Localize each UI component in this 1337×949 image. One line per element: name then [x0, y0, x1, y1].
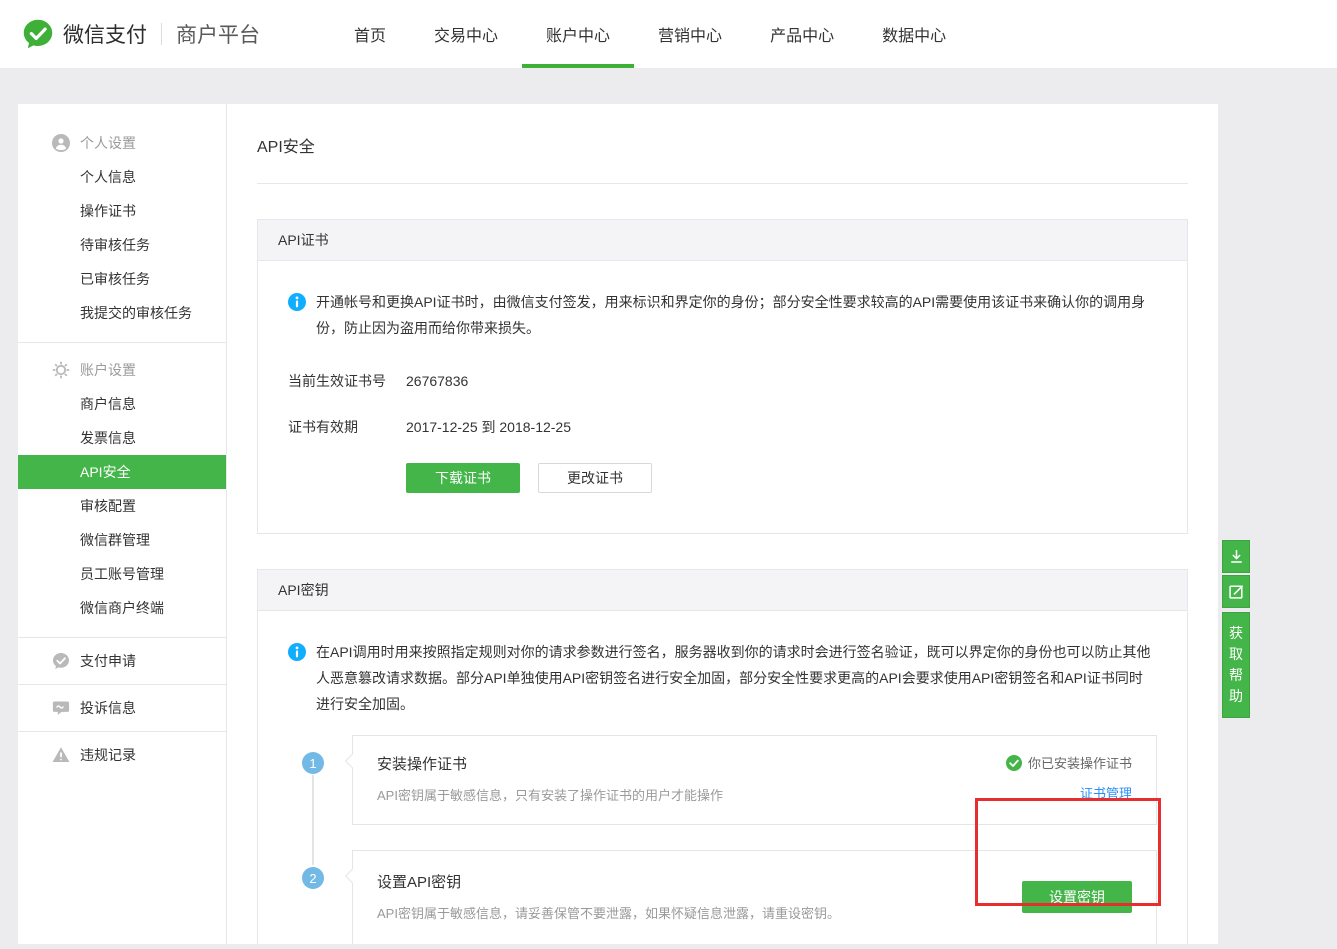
nav-item-product-center[interactable]: 产品中心 — [746, 0, 858, 68]
api-key-card-title: API密钥 — [258, 570, 1187, 611]
cert-installed-status: 你已安装操作证书 — [1006, 753, 1132, 772]
sidebar-item-violation-records[interactable]: 违规记录 — [18, 731, 226, 778]
nav-item-data-center[interactable]: 数据中心 — [858, 0, 970, 68]
sidebar-item-reviewed-tasks[interactable]: 已审核任务 — [18, 262, 226, 296]
step-2-title: 设置API密钥 — [377, 871, 840, 892]
nav-item-account-center[interactable]: 账户中心 — [522, 0, 634, 68]
sidebar-section-title: 个人设置 — [80, 133, 136, 153]
step-2-box: 设置API密钥 API密钥属于敏感信息，请妥善保管不要泄露，如果怀疑信息泄露，请… — [352, 850, 1157, 944]
step-1-box: 安装操作证书 API密钥属于敏感信息，只有安装了操作证书的用户才能操作 — [352, 735, 1157, 825]
step-connector-line — [312, 775, 314, 865]
nav-item-transaction-center[interactable]: 交易中心 — [410, 0, 522, 68]
sidebar-item-staff-account-mgmt[interactable]: 员工账号管理 — [18, 557, 226, 591]
api-key-info-text: 在API调用时用来按照指定规则对你的请求参数进行签名，服务器收到你的请求时会进行… — [316, 639, 1157, 717]
sidebar-item-operation-cert[interactable]: 操作证书 — [18, 194, 226, 228]
download-float-button[interactable] — [1222, 540, 1250, 573]
cert-number-label: 当前生效证书号 — [288, 371, 406, 391]
api-key-steps: 1 安装操作证书 API密钥属于敏感信息，只有安装了操作证书的用户才能操作 — [288, 735, 1157, 944]
sidebar-item-complaint-info[interactable]: 投诉信息 — [18, 684, 226, 731]
cert-validity-label: 证书有效期 — [288, 417, 406, 437]
content-panel: 个人设置 个人信息 操作证书 待审核任务 已审核任务 我提交的审核任务 账户设置… — [18, 104, 1218, 944]
download-icon — [1228, 548, 1245, 565]
sidebar-link-label: 支付申请 — [80, 651, 136, 671]
step-2-number-badge: 2 — [302, 867, 324, 889]
step-1-desc: API密钥属于敏感信息，只有安装了操作证书的用户才能操作 — [377, 785, 723, 804]
main-content: API安全 API证书 开通帐号和更换API证书时，由微信支付签发，用来标识和界… — [227, 104, 1218, 944]
step-1-row: 1 安装操作证书 API密钥属于敏感信息，只有安装了操作证书的用户才能操作 — [288, 735, 1157, 825]
step-2-marker: 2 — [288, 850, 352, 944]
user-icon — [52, 134, 70, 152]
sidebar-section-personal-header: 个人设置 — [18, 126, 226, 160]
step-1-status-area: 你已安装操作证书 证书管理 — [1006, 753, 1132, 804]
sidebar-section-account-header: 账户设置 — [18, 353, 226, 387]
step-1-title: 安装操作证书 — [377, 753, 723, 774]
step-2-desc: API密钥属于敏感信息，请妥善保管不要泄露，如果怀疑信息泄露，请重设密钥。 — [377, 903, 840, 922]
cert-number-value: 26767836 — [406, 373, 468, 389]
step-1-content: 安装操作证书 API密钥属于敏感信息，只有安装了操作证书的用户才能操作 — [377, 753, 723, 804]
cert-number-row: 当前生效证书号 26767836 — [288, 371, 1157, 391]
get-help-button[interactable]: 获取帮助 — [1222, 612, 1250, 718]
step-2-content: 设置API密钥 API密钥属于敏感信息，请妥善保管不要泄露，如果怀疑信息泄露，请… — [377, 871, 840, 922]
sidebar-item-wechat-merchant-terminal[interactable]: 微信商户终端 — [18, 591, 226, 625]
sidebar-item-invoice-info[interactable]: 发票信息 — [18, 421, 226, 455]
sidebar-section-personal: 个人设置 个人信息 操作证书 待审核任务 已审核任务 我提交的审核任务 — [18, 126, 226, 342]
step-2-row: 2 设置API密钥 API密钥属于敏感信息，请妥善保管不要泄露，如果怀疑信息泄露… — [288, 850, 1157, 944]
api-cert-card: API证书 开通帐号和更换API证书时，由微信支付签发，用来标识和界定你的身份；… — [257, 219, 1188, 534]
sidebar-item-wechat-group-mgmt[interactable]: 微信群管理 — [18, 523, 226, 557]
brand-portal-name: 商户平台 — [176, 19, 260, 49]
step-1-marker: 1 — [288, 735, 352, 825]
warning-icon — [52, 746, 70, 764]
cert-actions: 下载证书 更改证书 — [406, 463, 1157, 493]
api-key-info: 在API调用时用来按照指定规则对你的请求参数进行签名，服务器收到你的请求时会进行… — [288, 639, 1157, 717]
download-cert-button[interactable]: 下载证书 — [406, 463, 520, 493]
cert-installed-status-text: 你已安装操作证书 — [1028, 753, 1132, 772]
sidebar-item-payment-apply[interactable]: 支付申请 — [18, 637, 226, 684]
nav-item-marketing-center[interactable]: 营销中心 — [634, 0, 746, 68]
info-icon — [288, 293, 306, 311]
step-1-number-badge: 1 — [302, 752, 324, 774]
gear-icon — [52, 361, 70, 379]
sidebar-item-api-security[interactable]: API安全 — [18, 455, 226, 489]
check-circle-icon — [1006, 755, 1022, 771]
api-cert-card-title: API证书 — [258, 220, 1187, 261]
api-cert-info: 开通帐号和更换API证书时，由微信支付签发，用来标识和界定你的身份；部分安全性要… — [288, 289, 1157, 341]
api-cert-info-text: 开通帐号和更换API证书时，由微信支付签发，用来标识和界定你的身份；部分安全性要… — [316, 289, 1157, 341]
logo-separator — [161, 23, 162, 45]
sidebar-item-merchant-info[interactable]: 商户信息 — [18, 387, 226, 421]
cert-validity-row: 证书有效期 2017-12-25 到 2018-12-25 — [288, 417, 1157, 437]
api-key-card-body: 在API调用时用来按照指定规则对你的请求参数进行签名，服务器收到你的请求时会进行… — [258, 611, 1187, 944]
sidebar-item-review-config[interactable]: 审核配置 — [18, 489, 226, 523]
sidebar-item-personal-info[interactable]: 个人信息 — [18, 160, 226, 194]
cert-manage-link[interactable]: 证书管理 — [1080, 783, 1132, 802]
change-cert-button[interactable]: 更改证书 — [538, 463, 652, 493]
wechat-pay-logo-icon — [22, 18, 54, 50]
nav-item-home[interactable]: 首页 — [330, 0, 410, 68]
top-header: 微信支付 商户平台 首页 交易中心 账户中心 营销中心 产品中心 数据中心 — [0, 0, 1337, 68]
sidebar-link-label: 投诉信息 — [80, 698, 136, 718]
sidebar: 个人设置 个人信息 操作证书 待审核任务 已审核任务 我提交的审核任务 账户设置… — [18, 104, 227, 944]
set-api-key-button[interactable]: 设置密钥 — [1022, 881, 1132, 913]
floating-helper-panel: 获取帮助 — [1222, 540, 1250, 718]
brand-logo: 微信支付 商户平台 — [22, 18, 260, 50]
page-title: API安全 — [257, 104, 1188, 184]
comment-icon — [52, 699, 70, 717]
api-cert-card-body: 开通帐号和更换API证书时，由微信支付签发，用来标识和界定你的身份；部分安全性要… — [258, 261, 1187, 533]
edit-float-button[interactable] — [1222, 575, 1250, 608]
edit-icon — [1228, 583, 1245, 600]
sidebar-section-account: 账户设置 商户信息 发票信息 API安全 审核配置 微信群管理 员工账号管理 微… — [18, 342, 226, 637]
main-nav: 首页 交易中心 账户中心 营销中心 产品中心 数据中心 — [330, 0, 970, 68]
info-icon — [288, 643, 306, 661]
sidebar-item-pending-review-tasks[interactable]: 待审核任务 — [18, 228, 226, 262]
sidebar-link-label: 违规记录 — [80, 745, 136, 765]
api-key-card: API密钥 在API调用时用来按照指定规则对你的请求参数进行签名，服务器收到你的… — [257, 569, 1188, 944]
sidebar-item-my-submitted-tasks[interactable]: 我提交的审核任务 — [18, 296, 226, 330]
brand-product-name: 微信支付 — [63, 19, 147, 49]
sidebar-section-title: 账户设置 — [80, 360, 136, 380]
cert-validity-value: 2017-12-25 到 2018-12-25 — [406, 417, 571, 437]
wechat-bubble-icon — [52, 652, 70, 670]
